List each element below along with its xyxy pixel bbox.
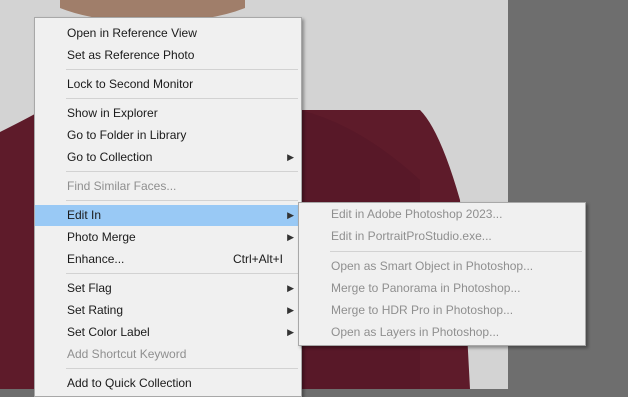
menu-item-open-in-reference-view[interactable]: Open in Reference View <box>35 23 301 44</box>
menu-item-find-similar-faces: Find Similar Faces... <box>35 176 301 197</box>
submenu-item-edit-in-portraitpro: Edit in PortraitProStudio.exe... <box>299 226 585 247</box>
menu-item-lock-to-second-monitor[interactable]: Lock to Second Monitor <box>35 74 301 95</box>
menu-item-label: Open as Smart Object in Photoshop... <box>331 259 534 273</box>
chevron-right-icon: ▶ <box>287 210 294 220</box>
menu-item-label: Set Color Label <box>67 325 150 339</box>
menu-item-enhance[interactable]: Enhance... Ctrl+Alt+I <box>35 249 301 270</box>
menu-item-go-to-collection[interactable]: Go to Collection ▶ <box>35 147 301 168</box>
menu-item-label: Merge to HDR Pro in Photoshop... <box>331 303 514 317</box>
menu-item-show-in-explorer[interactable]: Show in Explorer <box>35 103 301 124</box>
menu-item-label: Go to Folder in Library <box>67 128 187 142</box>
menu-separator <box>66 171 298 172</box>
menu-separator <box>330 251 582 252</box>
submenu-item-open-as-smart-object: Open as Smart Object in Photoshop... <box>299 256 585 277</box>
edit-in-submenu: Edit in Adobe Photoshop 2023... Edit in … <box>298 202 586 346</box>
menu-separator <box>66 368 298 369</box>
menu-item-label: Show in Explorer <box>67 106 158 120</box>
menu-item-go-to-folder-in-library[interactable]: Go to Folder in Library <box>35 125 301 146</box>
menu-item-label: Photo Merge <box>67 230 136 244</box>
menu-separator <box>66 98 298 99</box>
menu-item-label: Add Shortcut Keyword <box>67 347 187 361</box>
submenu-item-merge-to-panorama: Merge to Panorama in Photoshop... <box>299 278 585 299</box>
menu-item-set-flag[interactable]: Set Flag ▶ <box>35 278 301 299</box>
menu-item-label: Edit in Adobe Photoshop 2023... <box>331 207 503 221</box>
menu-item-label: Edit In <box>67 208 102 222</box>
menu-item-edit-in[interactable]: Edit In ▶ <box>35 205 301 226</box>
menu-item-label: Edit in PortraitProStudio.exe... <box>331 229 492 243</box>
chevron-right-icon: ▶ <box>287 152 294 162</box>
menu-item-label: Merge to Panorama in Photoshop... <box>331 281 521 295</box>
chevron-right-icon: ▶ <box>287 305 294 315</box>
menu-separator <box>66 69 298 70</box>
menu-item-add-shortcut-keyword: Add Shortcut Keyword <box>35 344 301 365</box>
menu-item-label: Add to Quick Collection <box>67 376 192 390</box>
menu-item-label: Lock to Second Monitor <box>67 77 194 91</box>
chevron-right-icon: ▶ <box>287 232 294 242</box>
chevron-right-icon: ▶ <box>287 283 294 293</box>
menu-separator <box>66 200 298 201</box>
menu-item-set-color-label[interactable]: Set Color Label ▶ <box>35 322 301 343</box>
chevron-right-icon: ▶ <box>287 327 294 337</box>
menu-item-shortcut: Ctrl+Alt+I <box>232 252 283 266</box>
menu-item-set-as-reference-photo[interactable]: Set as Reference Photo <box>35 45 301 66</box>
menu-item-set-rating[interactable]: Set Rating ▶ <box>35 300 301 321</box>
menu-item-label: Find Similar Faces... <box>67 179 177 193</box>
menu-item-label: Enhance... <box>67 252 125 266</box>
menu-item-photo-merge[interactable]: Photo Merge ▶ <box>35 227 301 248</box>
menu-item-label: Set Rating <box>67 303 124 317</box>
menu-item-label: Open in Reference View <box>67 26 197 40</box>
context-menu: Open in Reference View Set as Reference … <box>34 17 302 397</box>
submenu-item-open-as-layers: Open as Layers in Photoshop... <box>299 322 585 343</box>
submenu-item-edit-in-photoshop: Edit in Adobe Photoshop 2023... <box>299 204 585 225</box>
menu-item-label: Set as Reference Photo <box>67 48 195 62</box>
menu-item-label: Set Flag <box>67 281 112 295</box>
submenu-item-merge-to-hdr-pro: Merge to HDR Pro in Photoshop... <box>299 300 585 321</box>
menu-separator <box>66 273 298 274</box>
menu-item-label: Open as Layers in Photoshop... <box>331 325 500 339</box>
menu-item-add-to-quick-collection[interactable]: Add to Quick Collection <box>35 373 301 394</box>
menu-item-label: Go to Collection <box>67 150 153 164</box>
